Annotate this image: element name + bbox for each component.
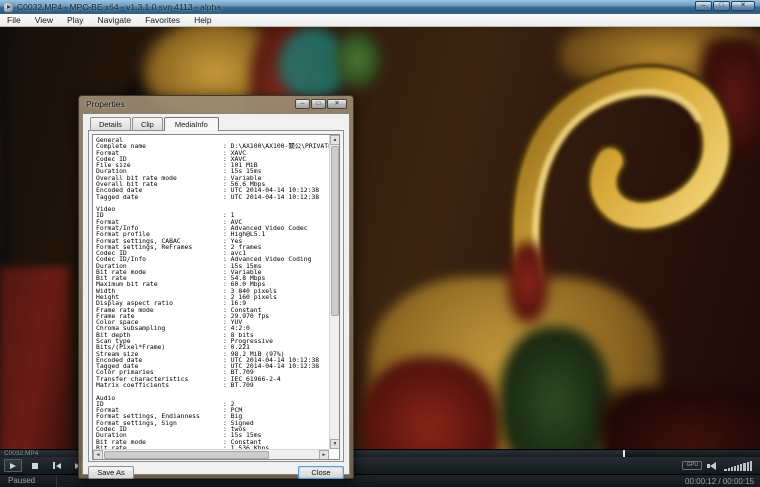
volume-bar [750,461,752,471]
maximize-button[interactable]: □ [713,1,730,11]
tab-strip: DetailsClipMediaInfo [88,117,344,130]
close-button[interactable]: ✕ [731,1,755,11]
title-bar[interactable]: C0032.MP4 - MPC-BE x64 - v1.3.1.0 svn 41… [0,0,760,14]
menu-item-file[interactable]: File [0,14,28,27]
scroll-left-icon[interactable]: ◄ [93,450,103,460]
tab-clip[interactable]: Clip [132,117,163,130]
volume-bar [734,466,736,471]
step-back-button[interactable] [48,459,66,472]
tab-details[interactable]: Details [90,117,131,130]
volume-bar [737,465,739,471]
volume-slider[interactable] [724,460,752,471]
play-icon [10,463,16,469]
scroll-up-icon[interactable]: ▲ [330,135,340,145]
dialog-body: DetailsClipMediaInfo General Complete na… [82,113,350,475]
volume-bar [740,464,742,471]
volume-bar [747,462,749,471]
menu-item-view[interactable]: View [28,14,60,27]
menu-bar: FileViewPlayNavigateFavoritesHelp [0,14,760,27]
menu-items: FileViewPlayNavigateFavoritesHelp [0,14,219,27]
statue-tassel [508,242,548,322]
volume-bar [728,468,730,471]
time-display: 00:00:12 / 00:00:15 [685,477,760,486]
menu-item-play[interactable]: Play [60,14,91,27]
save-as-button[interactable]: Save As [88,466,134,479]
menu-item-help[interactable]: Help [187,14,218,27]
dialog-close-button[interactable]: ✕ [327,99,347,109]
mediainfo-content[interactable]: General Complete name : D:\AX100\AX100-關… [92,134,340,460]
volume-bar [743,463,745,471]
horizontal-scroll-thumb[interactable] [104,451,269,459]
dialog-title: Properties [86,99,125,109]
vertical-scrollbar[interactable]: ▲ ▼ [329,135,339,449]
dialog-maximize-button[interactable]: □ [311,99,326,109]
tab-mediainfo[interactable]: MediaInfo [164,117,219,131]
scroll-down-icon[interactable]: ▼ [330,439,340,449]
minimize-button[interactable]: – [695,1,712,11]
window-title: C0032.MP4 - MPC-BE x64 - v1.3.1.0 svn 41… [17,2,221,12]
speaker-mute-icon[interactable] [710,462,716,470]
scene-bottomright-maroon [600,387,760,449]
menu-item-favorites[interactable]: Favorites [138,14,187,27]
dialog-minimize-button[interactable]: – [295,99,310,109]
playback-status: Paused [0,475,57,487]
mediainfo-text: General Complete name : D:\AX100\AX100-關… [93,135,339,460]
menu-item-navigate[interactable]: Navigate [91,14,139,27]
stop-button[interactable] [26,459,44,472]
properties-dialog: Properties – □ ✕ DetailsClipMediaInfo Ge… [78,95,354,479]
statue-body-green [500,327,610,449]
step-back-icon [53,462,55,469]
volume-bar [724,469,726,472]
stop-icon [32,463,38,469]
dialog-title-bar[interactable]: Properties – □ ✕ [79,96,353,112]
app-window: C0032.MP4 - MPC-BE x64 - v1.3.1.0 svn 41… [0,0,760,487]
scroll-right-icon[interactable]: ► [319,450,329,460]
mediainfo-tab-panel: General Complete name : D:\AX100\AX100-關… [88,130,344,462]
gpu-indicator-badge: GPU [682,461,702,470]
dialog-footer: Save As Close [88,466,344,479]
play-button[interactable] [4,459,22,472]
horizontal-scrollbar[interactable]: ◄ ► [93,449,329,459]
volume-bar [731,467,733,471]
app-icon [4,3,13,12]
vertical-scroll-thumb[interactable] [331,146,339,316]
dialog-close-push-button[interactable]: Close [298,466,344,479]
